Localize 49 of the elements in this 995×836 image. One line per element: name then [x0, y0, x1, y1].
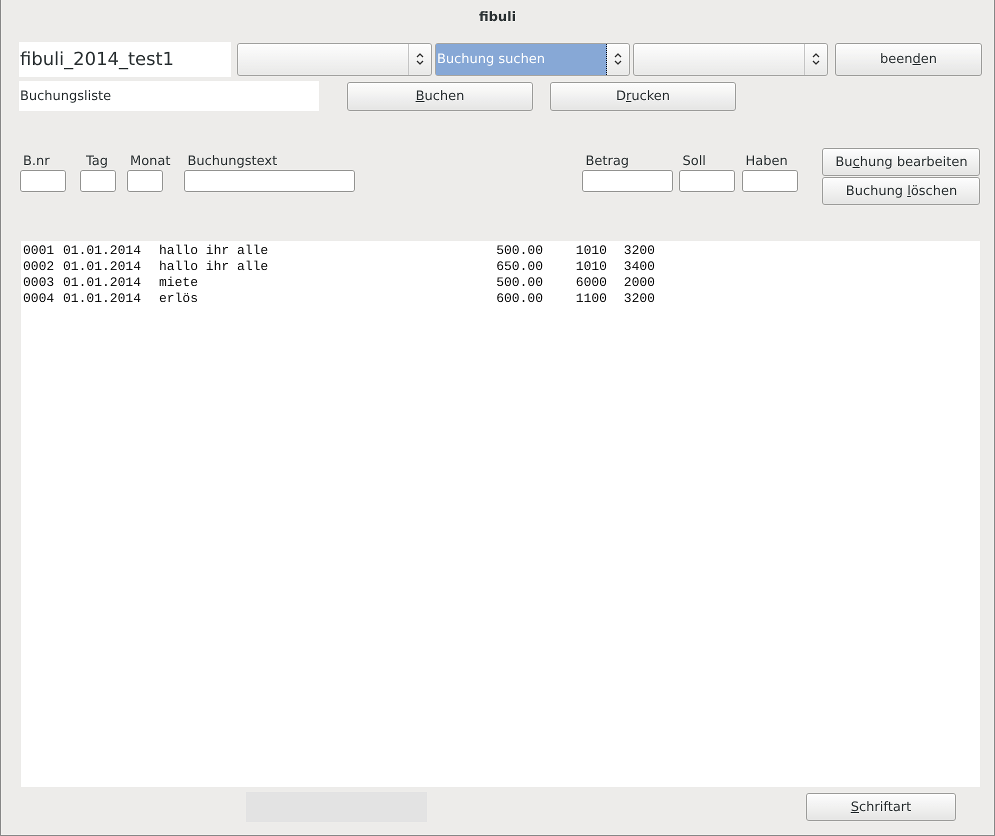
list-cell-text: 2000	[622, 275, 655, 291]
field-label: Soll	[681, 153, 707, 170]
input-field[interactable]	[679, 170, 736, 192]
button[interactable]: Schriftart	[806, 793, 956, 821]
list-cell-text: 650.00	[495, 259, 543, 275]
list-cell-text: 500.00	[495, 243, 543, 259]
list-cell-text: hallo ihr alle	[159, 243, 270, 259]
input-field[interactable]	[80, 170, 116, 192]
field-label: Buchungstext	[186, 153, 278, 170]
input-field[interactable]	[742, 170, 798, 192]
list-cell-text: 1010	[574, 243, 607, 259]
button[interactable]: beenden	[835, 42, 982, 76]
combo-box[interactable]	[633, 42, 828, 76]
input-field[interactable]	[582, 170, 674, 192]
list-cell-text: 01.01.2014	[63, 275, 142, 291]
field-label: Monat	[129, 153, 170, 170]
button[interactable]: Buchung löschen	[822, 177, 980, 205]
list-title-field: Buchungsliste	[19, 81, 319, 111]
input-field[interactable]	[127, 170, 163, 192]
list-cell-text: hallo ihr alle	[159, 259, 270, 275]
list-cell-text: miete	[159, 275, 200, 291]
button[interactable]: Buchen	[347, 82, 533, 110]
list-cell-text: 3200	[622, 243, 655, 259]
list-cell-text: 01.01.2014	[63, 259, 142, 275]
input-field[interactable]	[184, 170, 356, 192]
list-cell-text: 01.01.2014	[63, 243, 142, 259]
file-name-field[interactable]: fibuli_2014_test1	[19, 42, 231, 76]
list-cell-text: 0002	[23, 259, 56, 275]
window-title: fibuli	[478, 9, 518, 27]
input-field[interactable]	[20, 170, 66, 192]
list-cell-text: 0004	[23, 291, 56, 307]
list-cell-text: 500.00	[495, 275, 543, 291]
list-cell-text: 600.00	[495, 291, 543, 307]
combo-box[interactable]	[237, 42, 432, 76]
list-cell-text: 01.01.2014	[63, 291, 142, 307]
list-cell-text: 0003	[23, 275, 56, 291]
list-cell-text: 0001	[23, 243, 56, 259]
field-label: Tag	[85, 153, 110, 170]
list-cell-text: 1010	[574, 259, 607, 275]
list-cell-text: erlös	[159, 291, 200, 307]
button[interactable]: Buchung bearbeiten	[822, 148, 980, 176]
list-cell-text: 6000	[574, 275, 607, 291]
list-cell-text: 3400	[622, 259, 655, 275]
field-label: Betrag	[584, 153, 630, 170]
list-cell-text: 3200	[622, 291, 655, 307]
field-label: B.nr	[22, 153, 51, 170]
button[interactable]: Drucken	[550, 82, 736, 110]
field-label: Haben	[744, 153, 789, 170]
list-cell-text: 1100	[574, 291, 607, 307]
